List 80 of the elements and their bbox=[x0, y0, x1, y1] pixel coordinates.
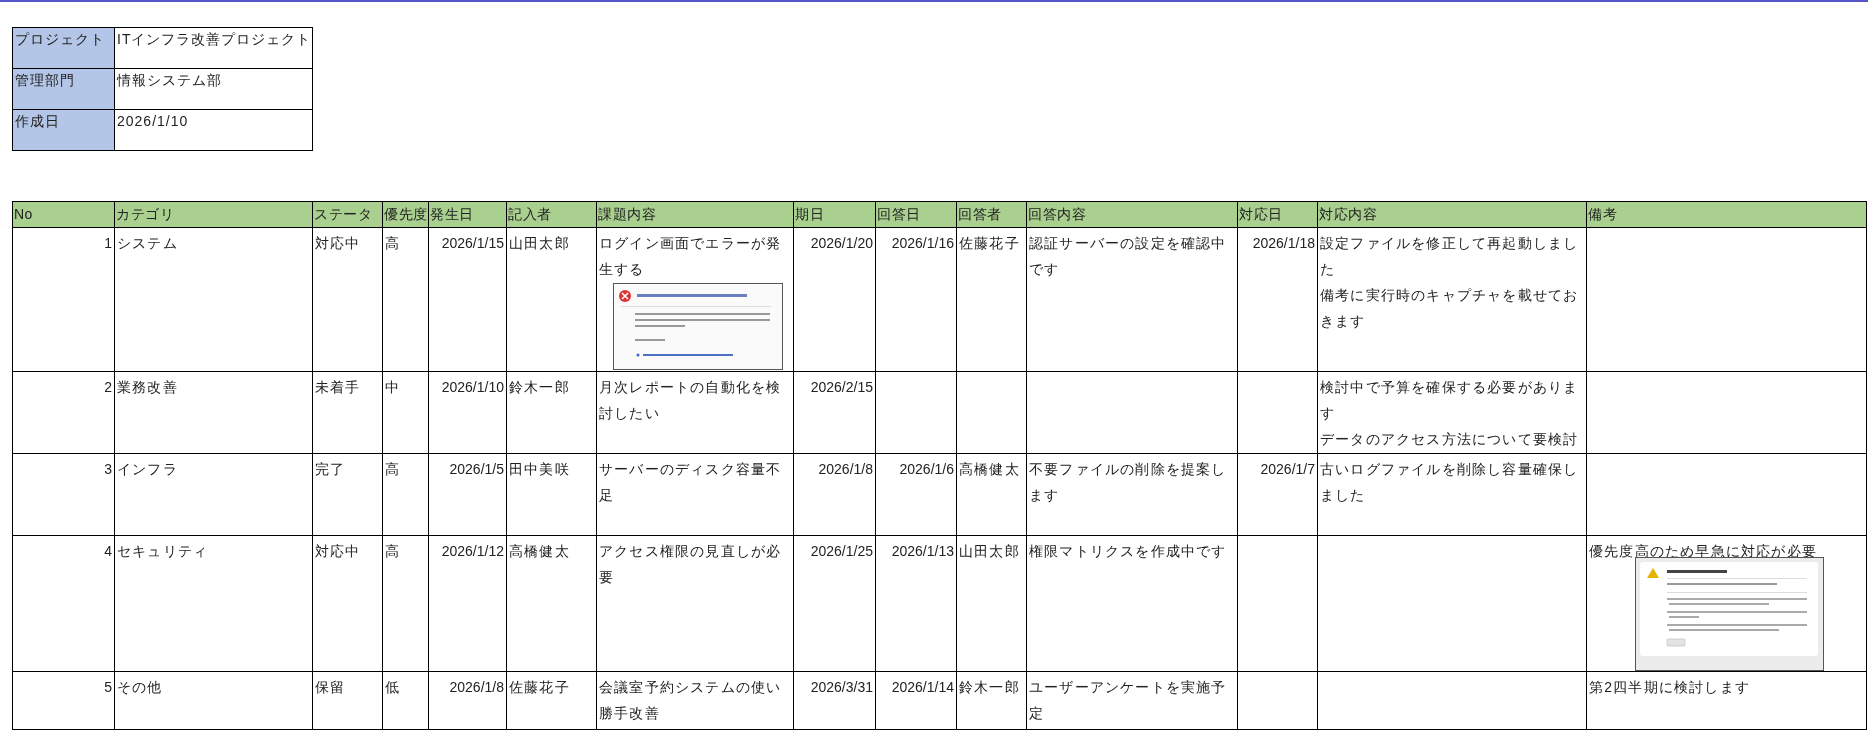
field-label: プロジェクト bbox=[13, 28, 115, 69]
table-cell: 山田太郎 bbox=[957, 536, 1027, 672]
column-header: 期日 bbox=[794, 202, 876, 228]
table-cell: システム bbox=[115, 228, 313, 372]
column-header: 記入者 bbox=[507, 202, 597, 228]
table-cell-text: ログイン画面でエラーが発生する bbox=[599, 234, 783, 279]
table-cell: 不要ファイルの削除を提案します bbox=[1027, 454, 1238, 536]
table-cell: アクセス権限の見直しが必要 bbox=[597, 536, 794, 672]
table-cell: 2026/1/25 bbox=[794, 536, 876, 672]
field-label: 作成日 bbox=[13, 110, 115, 151]
table-cell: 山田太郎 bbox=[507, 228, 597, 372]
table-cell: 佐藤花子 bbox=[957, 228, 1027, 372]
table-cell: 2026/1/20 bbox=[794, 228, 876, 372]
table-cell: 中 bbox=[383, 372, 429, 454]
table-cell: 4 bbox=[13, 536, 115, 672]
table-cell: 2026/1/10 bbox=[429, 372, 507, 454]
cell-line: データのアクセス方法について要検討 bbox=[1320, 430, 1580, 449]
table-cell: 2026/1/16 bbox=[876, 228, 957, 372]
table-cell: サーバーのディスク容量不足 bbox=[597, 454, 794, 536]
table-cell: セキュリティ bbox=[115, 536, 313, 672]
column-header: 回答日 bbox=[876, 202, 957, 228]
table-cell: 1 bbox=[13, 228, 115, 372]
column-header: No bbox=[13, 202, 115, 228]
table-cell: 2026/3/31 bbox=[794, 672, 876, 730]
column-header: 課題内容 bbox=[597, 202, 794, 228]
field-value: 情報システム部 bbox=[115, 69, 313, 110]
table-cell: 高 bbox=[383, 228, 429, 372]
column-header: 回答内容 bbox=[1027, 202, 1238, 228]
cell-line: 検討中で予算を確保する必要があります bbox=[1320, 378, 1580, 423]
table-cell: 2026/1/5 bbox=[429, 454, 507, 536]
table-cell: 高 bbox=[383, 536, 429, 672]
table-cell: 業務改善 bbox=[115, 372, 313, 454]
cell-line: 備考に実行時のキャプチャを載せておきます bbox=[1320, 286, 1580, 331]
table-cell: 低 bbox=[383, 672, 429, 730]
table-cell: 保留 bbox=[313, 672, 383, 730]
column-header: カテゴリ bbox=[115, 202, 313, 228]
table-cell: 5 bbox=[13, 672, 115, 730]
table-cell: 2026/1/6 bbox=[876, 454, 957, 536]
column-header: 対応内容 bbox=[1318, 202, 1587, 228]
table-cell: 2 bbox=[13, 372, 115, 454]
table-cell: ユーザーアンケートを実施予定 bbox=[1027, 672, 1238, 730]
column-header: 備考 bbox=[1587, 202, 1867, 228]
column-header: 発生日 bbox=[429, 202, 507, 228]
column-header: 優先度 bbox=[383, 202, 429, 228]
table-cell: 第2四半期に検討します bbox=[1587, 672, 1867, 730]
table-cell: 2026/1/7 bbox=[1238, 454, 1318, 536]
field-value: ITインフラ改善プロジェクト bbox=[115, 28, 313, 69]
table-cell: 権限マトリクスを作成中です bbox=[1027, 536, 1238, 672]
table-cell: 月次レポートの自動化を検討したい bbox=[597, 372, 794, 454]
table-cell: その他 bbox=[115, 672, 313, 730]
table-cell: 2026/1/8 bbox=[429, 672, 507, 730]
table-cell: 古いログファイルを削除し容量確保しました bbox=[1318, 454, 1587, 536]
table-cell: 田中美咲 bbox=[507, 454, 597, 536]
table-cell: 対応中 bbox=[313, 536, 383, 672]
table-cell: 対応中 bbox=[313, 228, 383, 372]
table-cell: 会議室予約システムの使い勝手改善 bbox=[597, 672, 794, 730]
table-cell: 未着手 bbox=[313, 372, 383, 454]
field-label: 管理部門 bbox=[13, 69, 115, 110]
table-cell: 2026/1/12 bbox=[429, 536, 507, 672]
table-cell: 鈴木一郎 bbox=[507, 372, 597, 454]
table-cell: 2026/2/15 bbox=[794, 372, 876, 454]
table-cell: 2026/1/13 bbox=[876, 536, 957, 672]
table-cell: 2026/1/8 bbox=[794, 454, 876, 536]
table-cell: 高 bbox=[383, 454, 429, 536]
table-cell: 高橋健太 bbox=[957, 454, 1027, 536]
cell-line: 設定ファイルを修正して再起動しました bbox=[1320, 234, 1580, 279]
table-cell: 2026/1/14 bbox=[876, 672, 957, 730]
table-cell: 2026/1/18 bbox=[1238, 228, 1318, 372]
table-cell: 完了 bbox=[313, 454, 383, 536]
table-cell: 2026/1/15 bbox=[429, 228, 507, 372]
table-cell: 高橋健太 bbox=[507, 536, 597, 672]
table-cell: 佐藤花子 bbox=[507, 672, 597, 730]
field-value: 2026/1/10 bbox=[115, 110, 313, 151]
column-header: 回答者 bbox=[957, 202, 1027, 228]
table-cell: インフラ bbox=[115, 454, 313, 536]
table-cell: 鈴木一郎 bbox=[957, 672, 1027, 730]
column-header: 対応日 bbox=[1238, 202, 1318, 228]
column-header: ステータ bbox=[313, 202, 383, 228]
table-cell: 認証サーバーの設定を確認中です bbox=[1027, 228, 1238, 372]
table-cell: 3 bbox=[13, 454, 115, 536]
